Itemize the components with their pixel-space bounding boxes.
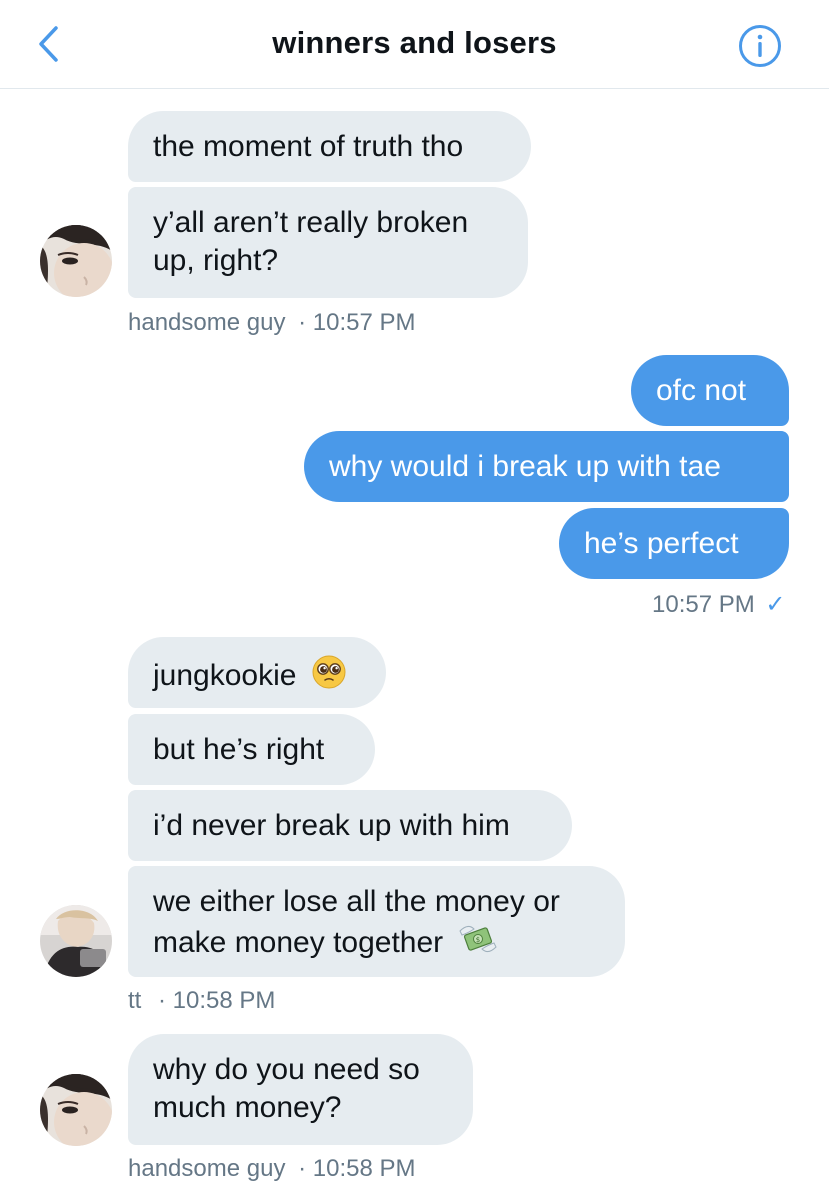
avatar-tt[interactable] [40, 905, 112, 977]
sender-name: handsome guy [128, 309, 286, 336]
svg-text:$: $ [475, 936, 479, 944]
message-meta: handsome guy · 10:57 PM [128, 309, 416, 337]
message-text: the moment of truth tho [153, 130, 464, 163]
message-meta: 10:57 PM ✓ [652, 590, 786, 619]
message-bubble-incoming[interactable]: we either lose all the money or make mon… [128, 866, 625, 977]
message-text: why would i break up with tae [329, 450, 721, 483]
message-text: ofc not [656, 374, 747, 407]
message-text-line: up, right? [153, 244, 279, 277]
sender-name: tt [128, 987, 142, 1014]
message-text-line: make money together [153, 926, 444, 959]
conversation-title: winners and losers [272, 25, 557, 60]
conversation-header: winners and losers [0, 0, 829, 89]
message-bubble-incoming[interactable]: i’d never break up with him [128, 790, 572, 861]
message-bubble-incoming[interactable]: but he’s right [128, 714, 375, 785]
message-timestamp: 10:57 PM [652, 591, 755, 618]
message-text-line: much money? [153, 1091, 342, 1124]
message-text: but he’s right [153, 733, 325, 766]
sender-name: handsome guy [128, 1155, 286, 1182]
message-timestamp: · 10:58 PM [298, 1155, 416, 1182]
message-bubble-outgoing[interactable]: why would i break up with tae [304, 431, 789, 502]
info-icon [739, 25, 781, 67]
message-text-line: why do you need so [153, 1053, 420, 1086]
read-check-icon: ✓ [765, 591, 786, 618]
avatar-handsome-guy[interactable] [40, 225, 112, 297]
info-button[interactable] [738, 24, 782, 68]
message-meta: tt · 10:58 PM [128, 987, 275, 1015]
message-text: i’d never break up with him [153, 809, 510, 842]
message-text: he’s perfect [584, 527, 739, 560]
message-text-line: we either lose all the money or [153, 885, 560, 918]
message-meta: handsome guy · 10:58 PM [128, 1155, 416, 1183]
message-bubble-outgoing[interactable]: ofc not [631, 355, 789, 426]
money-with-wings-emoji: $ [458, 925, 497, 953]
message-bubble-incoming[interactable]: the moment of truth tho [128, 111, 531, 182]
message-text: jungkookie [153, 659, 297, 692]
pleading-face-emoji [312, 655, 346, 689]
message-timestamp: · 10:57 PM [298, 309, 416, 336]
message-timestamp: · 10:58 PM [158, 987, 276, 1014]
message-bubble-incoming[interactable]: why do you need so much money? [128, 1034, 473, 1145]
message-text-line: y’all aren’t really broken [153, 206, 469, 239]
message-bubble-outgoing[interactable]: he’s perfect [559, 508, 789, 579]
message-bubble-incoming[interactable]: y’all aren’t really broken up, right? [128, 187, 528, 298]
message-bubble-incoming[interactable]: jungkookie [128, 637, 386, 708]
avatar-handsome-guy[interactable] [40, 1074, 112, 1146]
